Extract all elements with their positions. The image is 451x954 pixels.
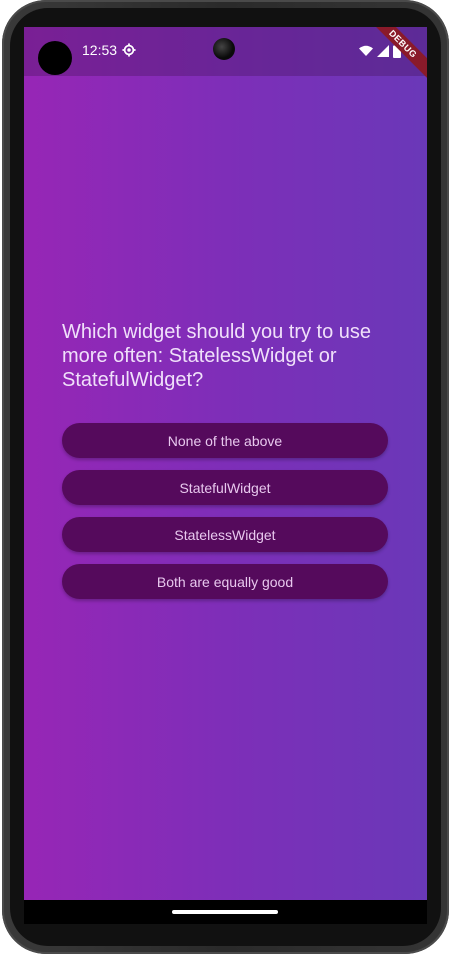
answer-button-statefulwidget[interactable]: StatefulWidget bbox=[62, 470, 388, 505]
answer-button-both-equally-good[interactable]: Both are equally good bbox=[62, 564, 388, 599]
answer-button-statelesswidget[interactable]: StatelessWidget bbox=[62, 517, 388, 552]
home-indicator[interactable] bbox=[172, 910, 278, 914]
answer-button-none-of-the-above[interactable]: None of the above bbox=[62, 423, 388, 458]
answer-list: None of the above StatefulWidget Statele… bbox=[62, 423, 388, 599]
navigation-bar bbox=[24, 900, 427, 924]
camera-cutout-icon bbox=[38, 41, 72, 75]
quiz-container: Which widget should you try to use more … bbox=[62, 320, 388, 599]
debug-banner-label: DEBUG bbox=[367, 27, 427, 85]
settings-icon bbox=[122, 43, 136, 57]
front-camera-icon bbox=[213, 38, 235, 60]
status-time: 12:53 bbox=[82, 42, 118, 58]
debug-banner: DEBUG bbox=[367, 27, 427, 87]
question-text: Which widget should you try to use more … bbox=[62, 321, 372, 391]
app-screen: 12:53 DEBUG Which widget should you try … bbox=[24, 27, 427, 900]
